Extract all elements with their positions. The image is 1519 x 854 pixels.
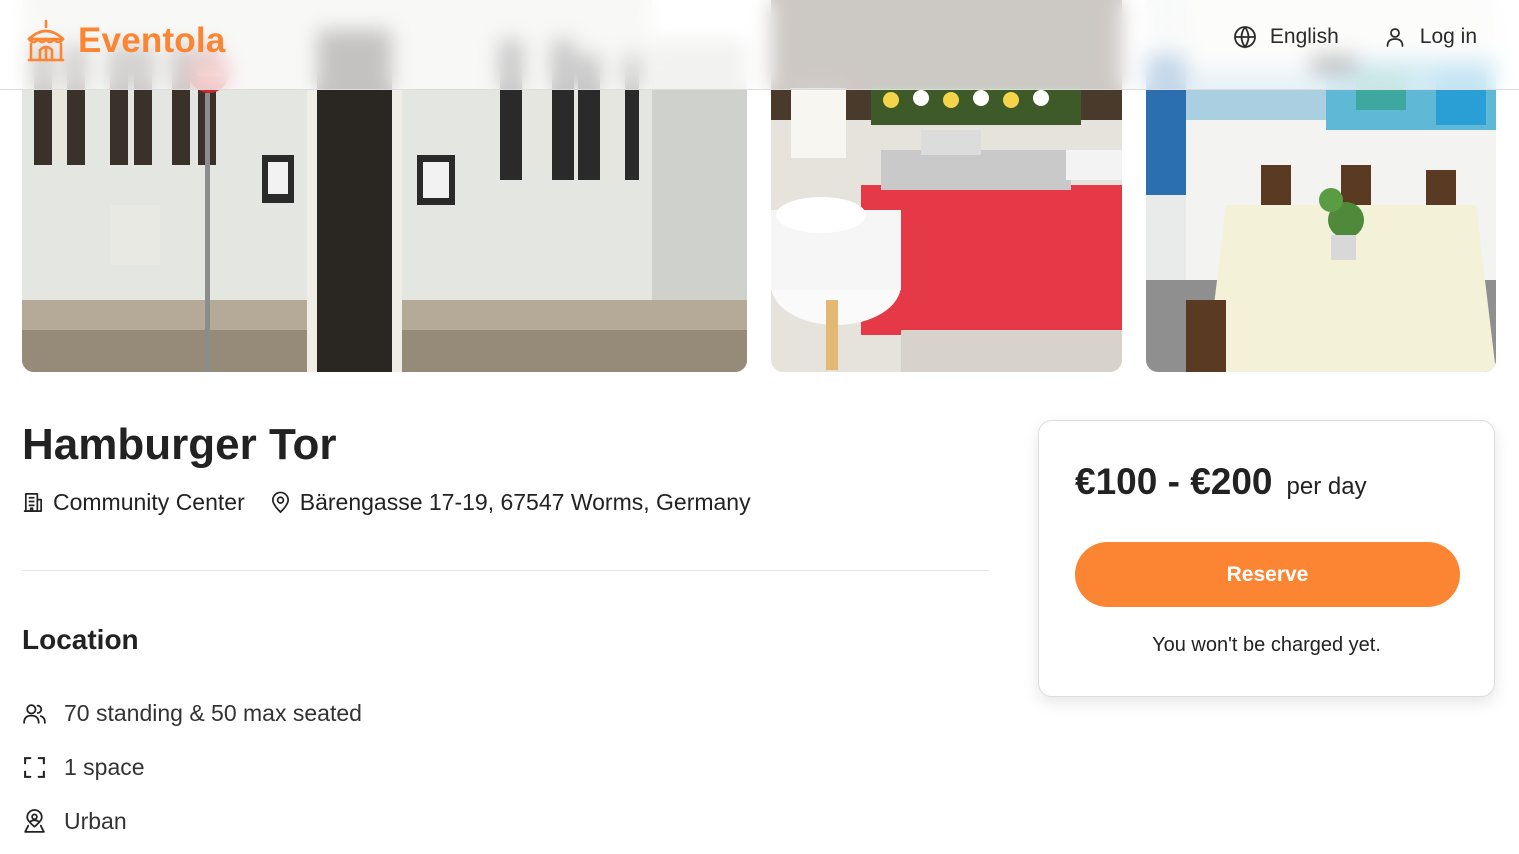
brand-name: Eventola <box>78 21 226 60</box>
reserve-button[interactable]: Reserve <box>1075 542 1460 607</box>
charge-note: You won't be charged yet. <box>1152 634 1381 656</box>
map-pin-icon <box>271 491 289 514</box>
venue-address-label: Bärengasse 17-19, 67547 Worms, Germany <box>299 489 751 515</box>
spaces-feature: 1 space <box>22 754 145 781</box>
venue-meta: Community Center Bärengasse 17-19, 67547… <box>22 489 751 516</box>
section-divider <box>22 570 989 571</box>
globe-icon <box>1233 26 1256 49</box>
venue-address: Bärengasse 17-19, 67547 Worms, Germany <box>269 489 751 516</box>
language-label: English <box>1269 25 1339 48</box>
users-icon <box>23 704 46 724</box>
user-icon <box>1386 28 1404 47</box>
login-button[interactable]: Log in <box>1383 25 1477 49</box>
top-navigation-bar: Eventola English Log in <box>0 0 1519 90</box>
brand-logo[interactable]: Eventola <box>26 19 225 63</box>
setting-label: Urban <box>64 808 127 834</box>
price-range: €100 - €200 <box>1075 461 1273 502</box>
expand-frame-icon <box>24 757 45 778</box>
venue-type-label: Community Center <box>53 489 245 515</box>
location-person-icon <box>24 809 45 833</box>
booking-card: €100 - €200 per day Reserve You won't be… <box>1038 420 1495 697</box>
capacity-label: 70 standing & 50 max seated <box>64 700 362 726</box>
header-actions: English Log in <box>1233 25 1477 49</box>
login-label: Log in <box>1419 25 1477 48</box>
price-unit: per day <box>1286 473 1367 500</box>
circus-tent-icon <box>27 19 65 62</box>
spaces-label: 1 space <box>64 754 145 780</box>
capacity-feature: 70 standing & 50 max seated <box>22 700 362 727</box>
setting-feature: Urban <box>22 808 127 835</box>
venue-type: Community Center <box>22 489 245 516</box>
price-display: €100 - €200 per day <box>1075 461 1367 503</box>
location-heading: Location <box>22 624 139 655</box>
language-selector[interactable]: English <box>1233 25 1339 49</box>
building-icon <box>23 493 43 512</box>
venue-title: Hamburger Tor <box>22 420 337 469</box>
